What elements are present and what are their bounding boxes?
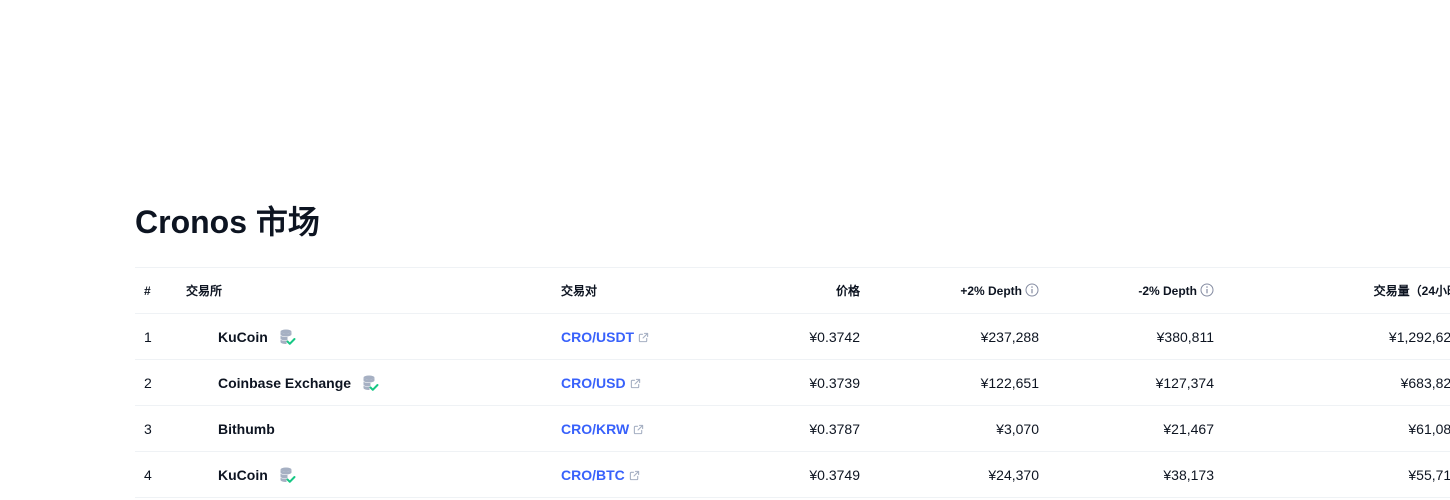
price-cell: ¥0.3739 xyxy=(736,359,860,406)
plus-depth-cell: ¥237,288 xyxy=(860,313,1039,360)
external-link-icon[interactable] xyxy=(638,332,649,343)
exchange-cell[interactable]: KuCoin xyxy=(186,451,561,498)
header-volume[interactable]: 交易量（24小时 xyxy=(1214,267,1450,314)
pair-cell[interactable]: CRO/USDT xyxy=(561,313,736,360)
exchange-name[interactable]: KuCoin xyxy=(218,467,268,483)
exchange-cell[interactable]: Bithumb xyxy=(186,405,561,452)
header-exchange[interactable]: 交易所 xyxy=(186,267,561,314)
exchange-name[interactable]: KuCoin xyxy=(218,329,268,345)
price-cell: ¥0.3749 xyxy=(736,451,860,498)
table-body: 1 KuCoin CRO/USDT ¥0.3742 ¥237,288 ¥380,… xyxy=(135,313,1450,498)
plus-depth-cell: ¥3,070 xyxy=(860,405,1039,452)
pair-link[interactable]: CRO/USDT xyxy=(561,329,634,345)
exchange-cell[interactable]: Coinbase Exchange xyxy=(186,359,561,406)
external-link-icon[interactable] xyxy=(629,470,640,481)
exchange-cell[interactable]: KuCoin xyxy=(186,313,561,360)
header-row: # 交易所 交易对 价格 +2% Depth -2% Depth 交易量（24小… xyxy=(135,267,1450,314)
table-row[interactable]: 3 Bithumb CRO/KRW ¥0.3787 ¥3,070 ¥21,467… xyxy=(135,405,1450,452)
minus-depth-cell: ¥380,811 xyxy=(1039,313,1214,360)
volume-cell: ¥1,292,628 xyxy=(1214,313,1450,360)
rank-cell: 3 xyxy=(135,405,186,452)
rank-cell: 2 xyxy=(135,359,186,406)
minus-depth-cell: ¥127,374 xyxy=(1039,359,1214,406)
pair-cell[interactable]: CRO/BTC xyxy=(561,451,736,498)
header-plus-depth[interactable]: +2% Depth xyxy=(860,267,1039,314)
database-check-icon xyxy=(280,467,296,483)
price-cell: ¥0.3742 xyxy=(736,313,860,360)
external-link-icon[interactable] xyxy=(630,378,641,389)
volume-cell: ¥55,716 xyxy=(1214,451,1450,498)
exchange-name[interactable]: Bithumb xyxy=(218,421,275,437)
plus-depth-cell: ¥24,370 xyxy=(860,451,1039,498)
markets-page: Cronos 市场 # 交易所 交易对 价格 +2% Depth -2% Dep… xyxy=(0,0,1450,500)
pair-link[interactable]: CRO/USD xyxy=(561,375,626,391)
price-cell: ¥0.3787 xyxy=(736,405,860,452)
pair-cell[interactable]: CRO/USD xyxy=(561,359,736,406)
pair-link[interactable]: CRO/KRW xyxy=(561,421,629,437)
header-rank[interactable]: # xyxy=(135,267,186,314)
table-row[interactable]: 2 Coinbase Exchange CRO/USD ¥0.3739 ¥122… xyxy=(135,359,1450,406)
database-check-icon xyxy=(280,329,296,345)
rank-cell: 4 xyxy=(135,451,186,498)
exchange-name[interactable]: Coinbase Exchange xyxy=(218,375,351,391)
plus-depth-cell: ¥122,651 xyxy=(860,359,1039,406)
volume-cell: ¥683,824 xyxy=(1214,359,1450,406)
volume-cell: ¥61,081 xyxy=(1214,405,1450,452)
table-row[interactable]: 1 KuCoin CRO/USDT ¥0.3742 ¥237,288 ¥380,… xyxy=(135,313,1450,360)
minus-depth-cell: ¥38,173 xyxy=(1039,451,1214,498)
table-header: # 交易所 交易对 价格 +2% Depth -2% Depth 交易量（24小… xyxy=(135,267,1450,314)
pair-link[interactable]: CRO/BTC xyxy=(561,467,625,483)
page-title: Cronos 市场 xyxy=(135,204,320,240)
header-minus-depth[interactable]: -2% Depth xyxy=(1039,267,1214,314)
header-price[interactable]: 价格 xyxy=(736,267,860,314)
external-link-icon[interactable] xyxy=(633,424,644,435)
pair-cell[interactable]: CRO/KRW xyxy=(561,405,736,452)
info-icon[interactable] xyxy=(1025,283,1039,297)
header-minus-depth-label: -2% Depth xyxy=(1138,283,1197,298)
rank-cell: 1 xyxy=(135,313,186,360)
header-plus-depth-label: +2% Depth xyxy=(960,283,1022,298)
table-row[interactable]: 4 KuCoin CRO/BTC ¥0.3749 ¥24,370 ¥38,173… xyxy=(135,451,1450,498)
minus-depth-cell: ¥21,467 xyxy=(1039,405,1214,452)
markets-table: # 交易所 交易对 价格 +2% Depth -2% Depth 交易量（24小… xyxy=(135,267,1450,498)
database-check-icon xyxy=(363,375,379,391)
header-pair[interactable]: 交易对 xyxy=(561,267,736,314)
info-icon[interactable] xyxy=(1200,283,1214,297)
